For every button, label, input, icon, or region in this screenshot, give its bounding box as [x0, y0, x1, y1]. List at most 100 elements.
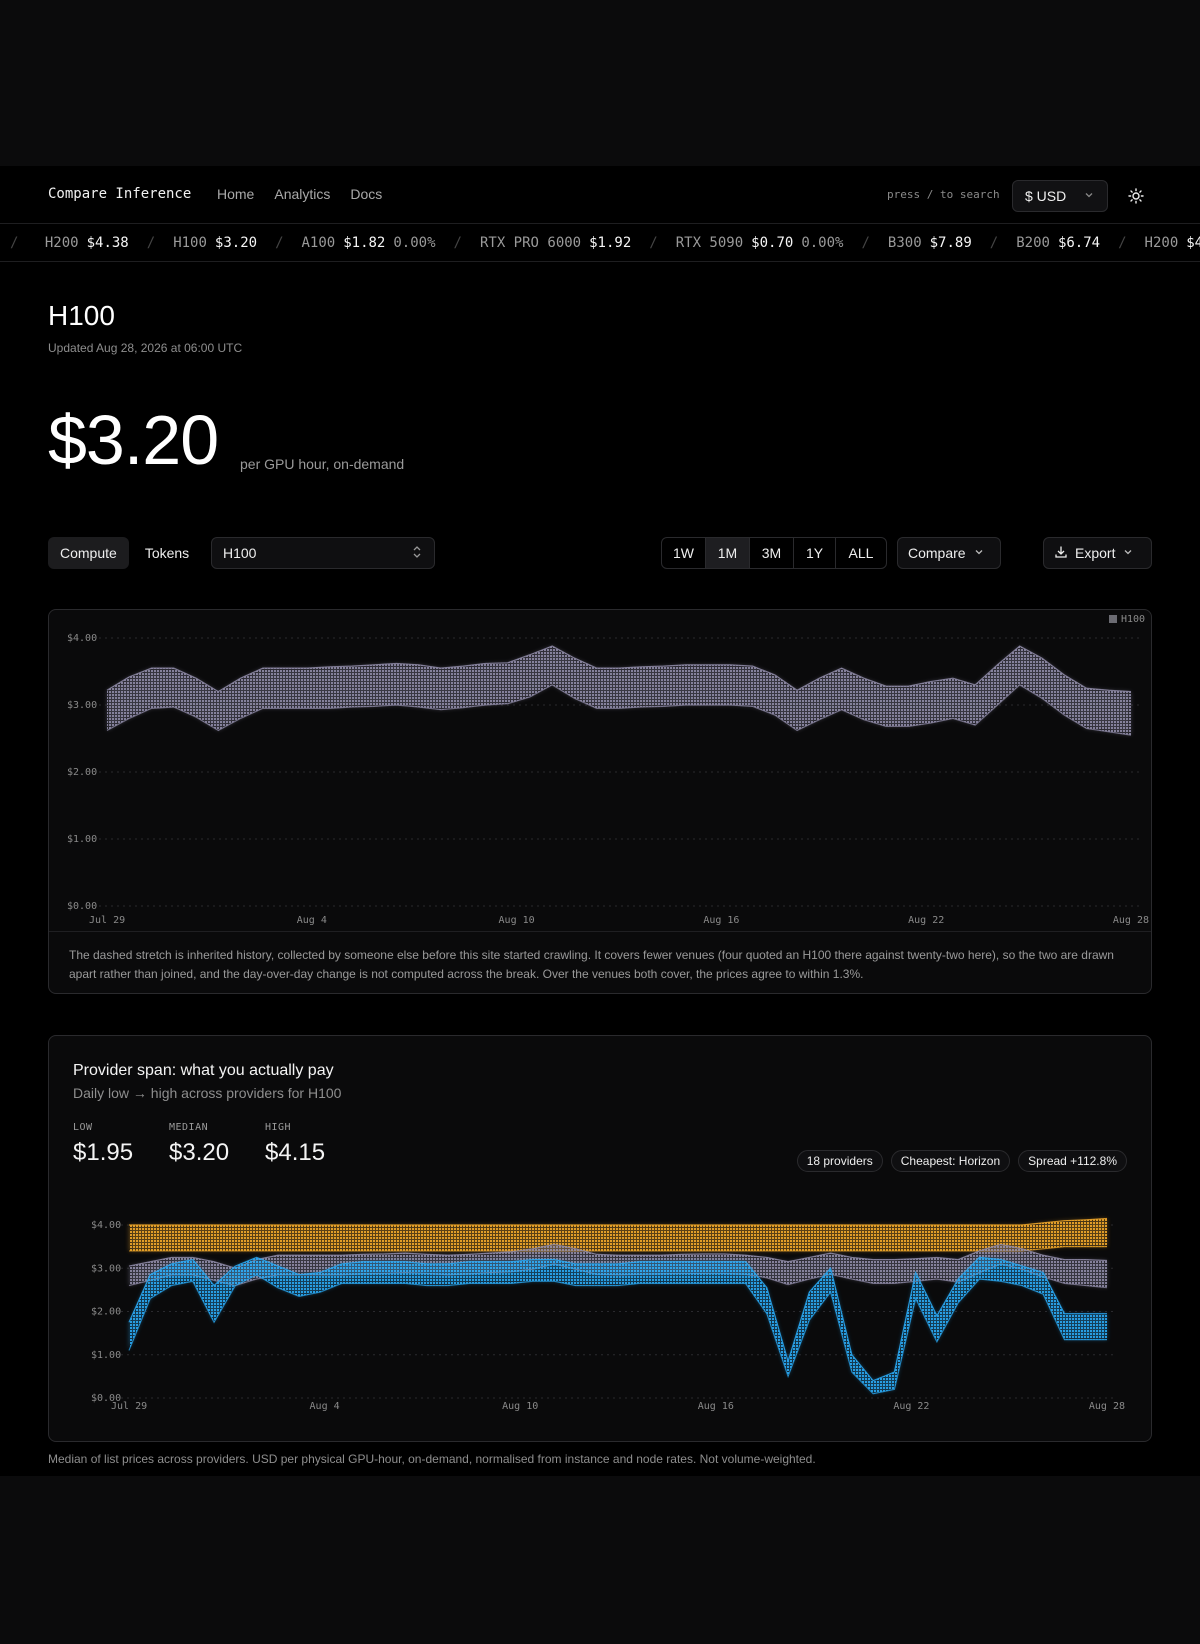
ticker-price: $1.92 [589, 235, 632, 251]
legend-label: H100 [1121, 614, 1145, 625]
page-title: H100 [48, 300, 115, 331]
ticker-track: / H200 $4.38 / H100 $3.20 / A100 $1.82 0.00% / RTX… [0, 235, 1200, 251]
provider-span-chart[interactable]: $4.00$3.00$2.00$1.00$0.00Jul 29 Aug 4 Aug … [49, 1036, 1152, 1442]
ticker-separator: / [1118, 235, 1127, 251]
ticker-item[interactable]: RTX PRO 6000 $1.92 [480, 235, 631, 251]
ticker-lead: / [10, 235, 19, 251]
x-tick-label: Aug 28 [1089, 1401, 1125, 1412]
price-ticker: / H200 $4.38 / H100 $3.20 / A100 $1.82 0.00% / RTX… [0, 223, 1200, 262]
mode-switch: Compute Tokens [48, 537, 201, 569]
ticker-separator: / [453, 235, 462, 251]
ticker-price: $4.38 [1186, 235, 1200, 251]
ticker-separator: / [989, 235, 999, 251]
gpu-select[interactable]: H100 [211, 537, 435, 569]
ticker-gpu-name: H200 [44, 235, 79, 251]
x-tick-label: Aug 16 [703, 915, 739, 926]
export-label: Export [1075, 545, 1116, 561]
ticker-item[interactable]: A100 $1.82 0.00% [302, 235, 436, 251]
ticker-gpu-name: B200 [1016, 235, 1050, 251]
x-tick-label: Aug 10 [499, 915, 535, 926]
x-tick-label: Aug 28 [1113, 915, 1149, 926]
chevron-down-icon [1122, 545, 1134, 561]
high-upper-line [129, 1217, 1108, 1226]
top-nav: Compare Inference Home Analytics Docs pr… [0, 166, 1200, 223]
compare-dropdown[interactable]: Compare [897, 537, 1001, 569]
ticker-gpu-name: B300 [887, 235, 922, 251]
nav-link-analytics[interactable]: Analytics [274, 186, 330, 202]
nav-link-home[interactable]: Home [217, 186, 254, 202]
chevron-updown-icon [411, 545, 423, 562]
chevron-down-icon [973, 545, 985, 561]
ticker-item[interactable]: B300 $7.89 [888, 235, 972, 251]
h100-band[interactable] [107, 646, 1131, 736]
y-tick-label: $2.00 [91, 1307, 121, 1318]
x-tick-label: Aug 4 [297, 915, 327, 926]
range-3m[interactable]: 3M [750, 538, 794, 568]
ticker-item[interactable]: H200 $4.38 [45, 235, 129, 251]
tab-compute[interactable]: Compute [48, 537, 129, 569]
footnote: Median of list prices across providers. … [48, 1452, 816, 1466]
theme-toggle-sun-icon[interactable] [1126, 186, 1146, 206]
price-history-panel: $4.00 $3.00 $2.00 $1.00 $0.00 Jul 29 Aug 4 Aug … [48, 609, 1152, 994]
x-tick-label: Aug 16 [698, 1401, 734, 1412]
ticker-price: $6.74 [1057, 235, 1101, 251]
ticker-separator: / [649, 235, 658, 251]
ticker-item[interactable]: B200 $6.74 [1016, 235, 1100, 251]
ticker-item[interactable]: H200 $4.38 [1145, 235, 1200, 251]
range-1y[interactable]: 1Y [794, 538, 836, 568]
y-tick-label: $1.00 [91, 1350, 121, 1361]
ticker-price: $7.89 [929, 235, 972, 251]
y-tick-label: $2.00 [67, 767, 97, 778]
x-tick-label: Jul 29 [89, 915, 125, 926]
ticker-separator: / [275, 235, 284, 251]
nav-link-docs[interactable]: Docs [350, 186, 382, 202]
ticker-separator: / [861, 235, 870, 251]
ticker-gpu-name: RTX PRO 6000 [479, 235, 582, 251]
ticker-gpu-name: A100 [301, 235, 336, 251]
nav-links: Home Analytics Docs [217, 186, 382, 202]
y-tick-label: $4.00 [91, 1220, 121, 1231]
updated-timestamp: Updated Aug 28, 2026 at 06:00 UTC [48, 341, 243, 355]
price-unit: per GPU hour, on-demand [240, 456, 405, 472]
y-tick-label: $4.00 [67, 633, 97, 644]
range-all[interactable]: ALL [836, 538, 886, 568]
ticker-gpu-name: H100 [173, 235, 207, 251]
ticker-gpu-name: RTX 5090 [675, 235, 744, 251]
app-shell: Compare Inference Home Analytics Docs pr… [0, 166, 1200, 1476]
ticker-price: $0.70 [751, 235, 794, 251]
ticker-gpu-name: H200 [1144, 235, 1179, 251]
x-tick-label: Aug 10 [502, 1401, 538, 1412]
price-history-chart[interactable]: $4.00 $3.00 $2.00 $1.00 $0.00 Jul 29 Aug 4 Aug … [49, 610, 1152, 931]
compare-label: Compare [908, 545, 966, 561]
y-tick-label: $3.00 [67, 700, 97, 711]
high-band[interactable] [129, 1218, 1107, 1251]
x-tick-label: Aug 4 [310, 1401, 340, 1412]
tab-tokens[interactable]: Tokens [133, 537, 201, 569]
ticker-item[interactable]: RTX 5090 $0.70 0.00% [676, 235, 844, 251]
legend-swatch [1109, 615, 1117, 623]
x-tick-label: Aug 22 [908, 915, 944, 926]
ticker-change: 0.00% [801, 235, 844, 251]
ticker-separator: / [146, 235, 156, 251]
provider-span-panel: Provider span: what you actually pay Dai… [48, 1035, 1152, 1442]
ticker-change: 0.00% [393, 235, 436, 251]
brand-logo[interactable]: Compare Inference [48, 186, 191, 202]
chevron-down-icon [1083, 189, 1095, 204]
chart-note: The dashed stretch is inherited history,… [49, 931, 1151, 993]
ticker-price: $4.38 [86, 235, 129, 251]
low-band[interactable] [129, 1257, 1107, 1394]
range-selector: 1W 1M 3M 1Y ALL [661, 537, 887, 569]
ticker-price: $1.82 [343, 235, 386, 251]
search-hint[interactable]: press / to search [887, 188, 1000, 201]
gpu-select-value: H100 [223, 545, 257, 561]
range-1w[interactable]: 1W [662, 538, 706, 568]
x-tick-label: Aug 22 [893, 1401, 929, 1412]
export-dropdown[interactable]: Export [1043, 537, 1152, 569]
ticker-item[interactable]: H100 $3.20 [173, 235, 257, 251]
y-tick-label: $1.00 [67, 834, 97, 845]
currency-value: $ USD [1025, 188, 1067, 204]
download-icon [1054, 545, 1068, 562]
range-1m[interactable]: 1M [706, 538, 750, 568]
ticker-price: $3.20 [214, 235, 258, 251]
currency-select[interactable]: $ USD [1012, 180, 1108, 212]
